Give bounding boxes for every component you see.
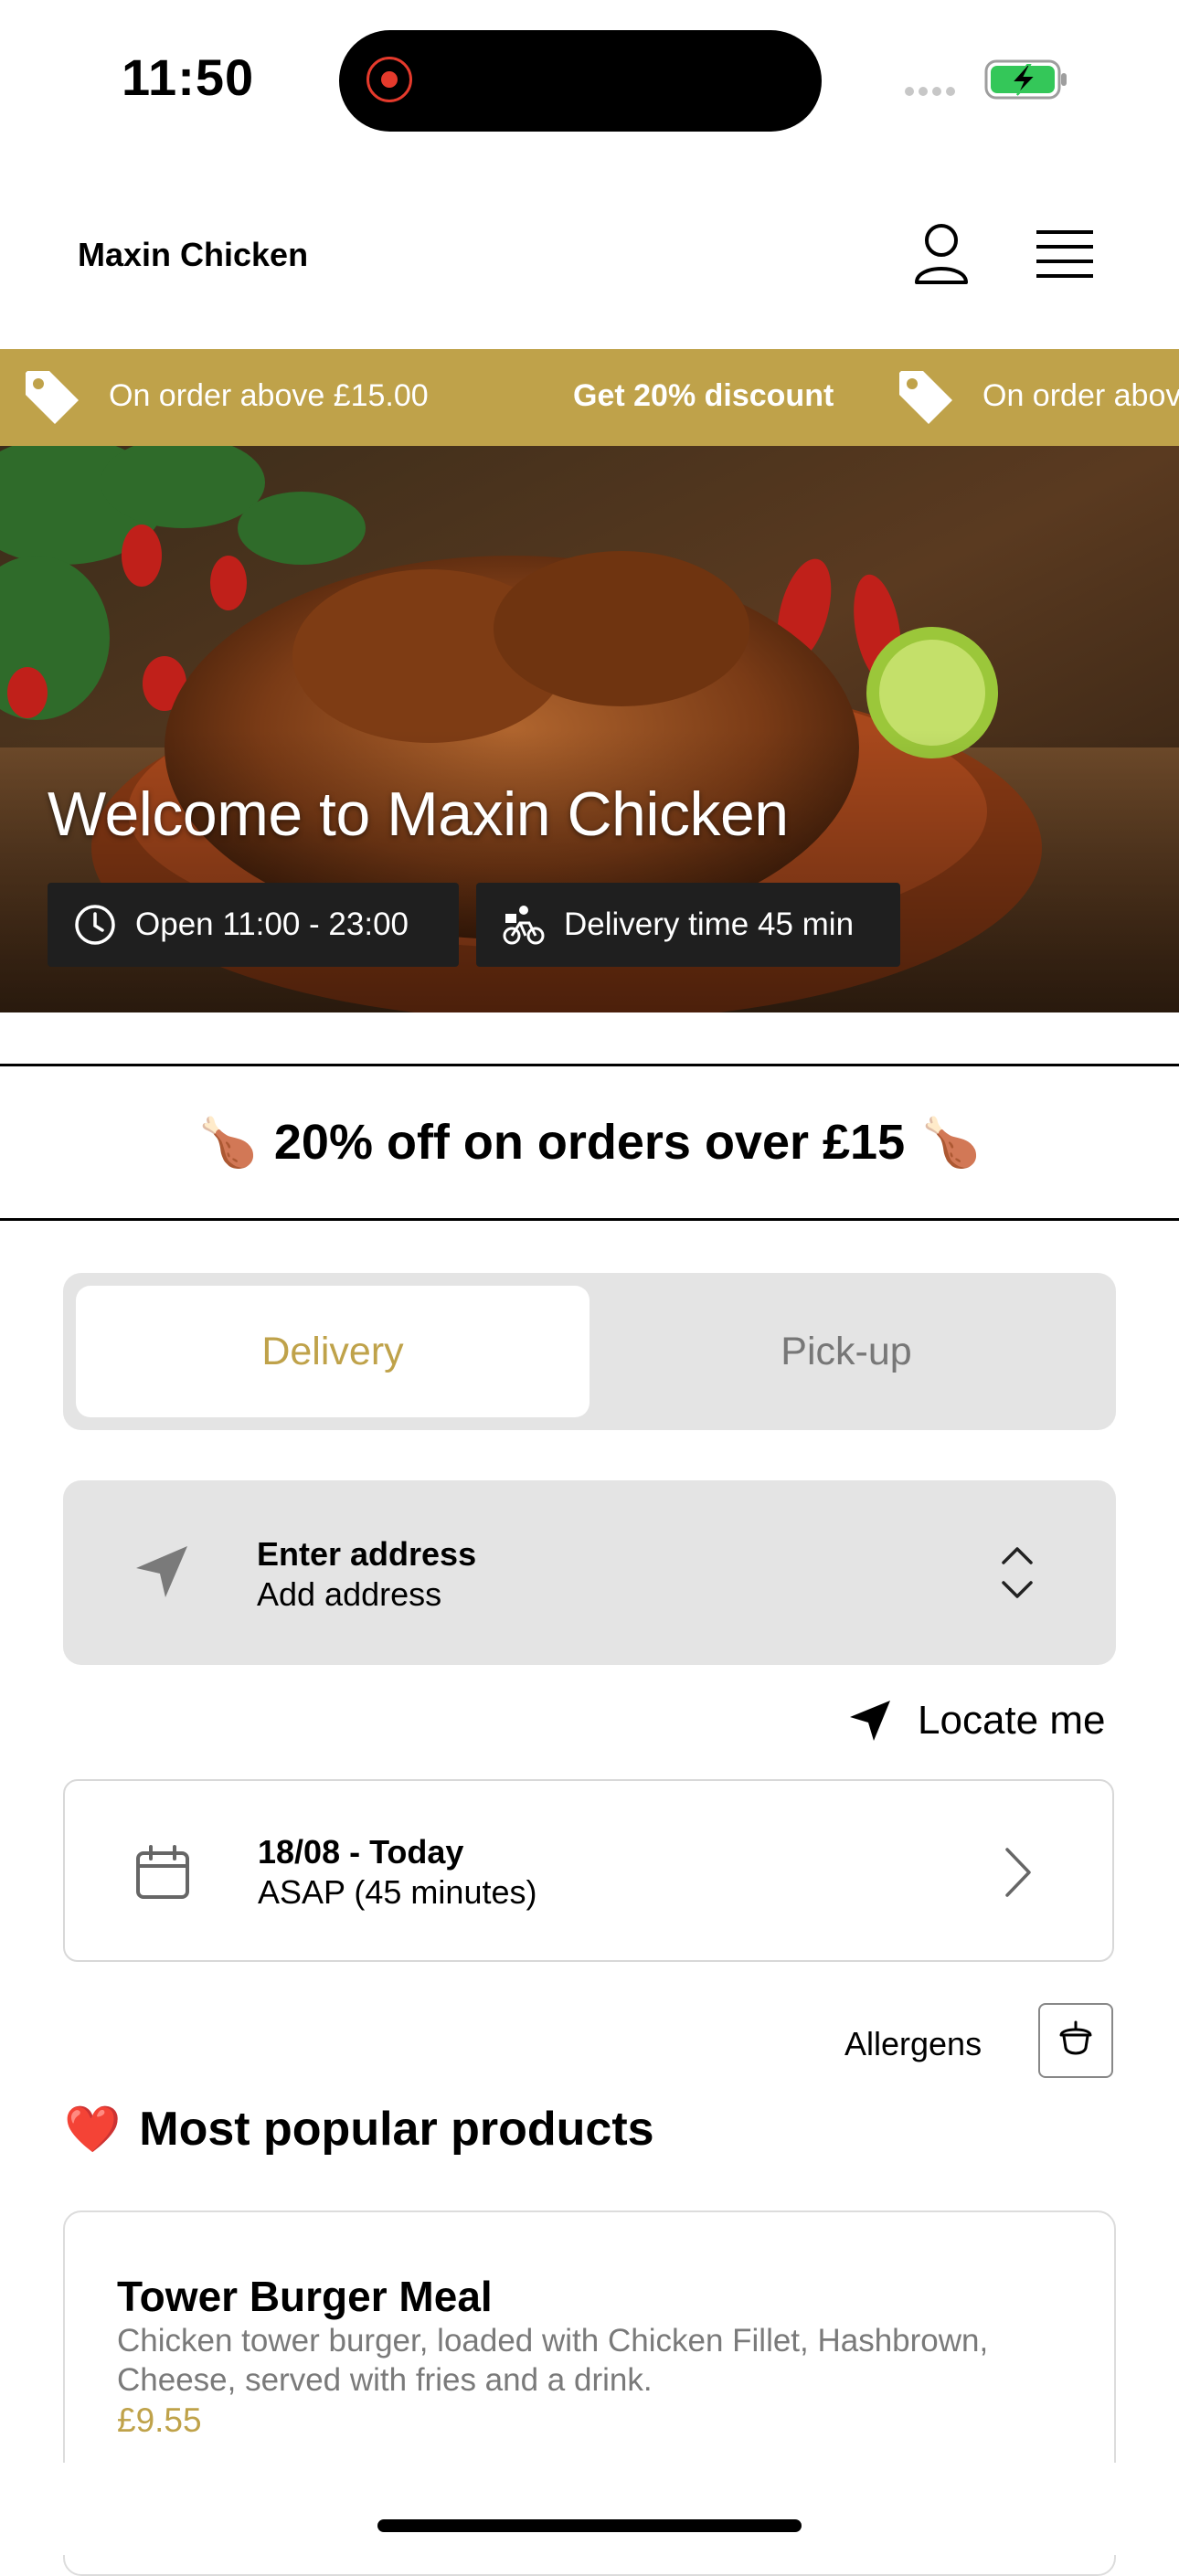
bike-icon <box>503 906 545 945</box>
menu-icon <box>1036 230 1093 278</box>
battery-icon <box>984 58 1068 101</box>
address-subtitle: Add address <box>257 1575 442 1613</box>
status-time: 11:50 <box>122 48 255 106</box>
section-title-popular: ❤️ Most popular products <box>64 2102 654 2157</box>
user-icon <box>915 224 968 284</box>
drumstick-icon: 🍗 <box>921 1116 981 1170</box>
chevron-right-icon <box>1005 1848 1031 1897</box>
offer-text: 20% off on orders over £15 <box>273 1115 906 1170</box>
record-icon <box>366 57 412 102</box>
locate-me-label: Locate me <box>918 1698 1106 1743</box>
promo-text: On order above £15.00 <box>109 378 429 413</box>
heart-icon: ❤️ <box>64 2103 122 2155</box>
opening-hours-chip: Open 11:00 - 23:00 <box>48 883 459 967</box>
promo-text: Get 20% discount <box>573 378 834 413</box>
brand-name[interactable]: Maxin Chicken <box>78 236 308 274</box>
schedule-date: 18/08 - Today <box>258 1833 464 1871</box>
schedule-time: ASAP (45 minutes) <box>258 1873 537 1911</box>
opening-hours-text: Open 11:00 - 23:00 <box>135 906 409 942</box>
promo-text: On order above £15.00 <box>982 378 1179 413</box>
hero-title: Welcome to Maxin Chicken <box>48 779 789 849</box>
bottom-safe-area <box>0 2463 1179 2555</box>
section-title-text: Most popular products <box>139 2103 654 2156</box>
product-price: £9.55 <box>117 2401 202 2439</box>
account-button[interactable] <box>912 222 971 286</box>
home-indicator[interactable] <box>377 2519 802 2532</box>
calendar-icon <box>136 1845 189 1899</box>
tab-delivery[interactable]: Delivery <box>76 1286 590 1417</box>
navigation-icon <box>136 1546 187 1597</box>
order-mode-switch: Delivery Pick-up <box>63 1273 1116 1430</box>
allergens-label: Allergens <box>844 2025 982 2062</box>
address-title: Enter address <box>257 1535 477 1573</box>
signal-icon <box>905 84 967 96</box>
navigation-icon <box>850 1701 890 1741</box>
acorn-icon <box>1059 2020 1092 2055</box>
delivery-time-text: Delivery time 45 min <box>564 906 855 942</box>
drumstick-icon: 🍗 <box>198 1116 258 1170</box>
tag-icon <box>26 371 79 424</box>
locate-me-button[interactable]: Locate me <box>848 1698 1105 1744</box>
tab-pickup[interactable]: Pick-up <box>590 1286 1103 1417</box>
product-name: Tower Burger Meal <box>117 2273 493 2320</box>
address-selector[interactable] <box>63 1480 1116 1665</box>
allergens-button[interactable] <box>1038 2003 1113 2078</box>
schedule-selector[interactable] <box>63 1779 1114 1962</box>
product-description: Chicken tower burger, loaded with Chicke… <box>117 2323 989 2398</box>
chevron-updown-icon <box>1002 1547 1033 1598</box>
clock-icon <box>75 905 115 945</box>
tag-icon <box>899 371 952 424</box>
delivery-time-chip: Delivery time 45 min <box>476 883 900 967</box>
promo-marquee: On order above £15.00 Get 20% discount O… <box>0 349 1179 446</box>
offer-banner: 🍗 20% off on orders over £15 🍗 <box>0 1064 1179 1221</box>
menu-button[interactable] <box>1035 228 1095 281</box>
